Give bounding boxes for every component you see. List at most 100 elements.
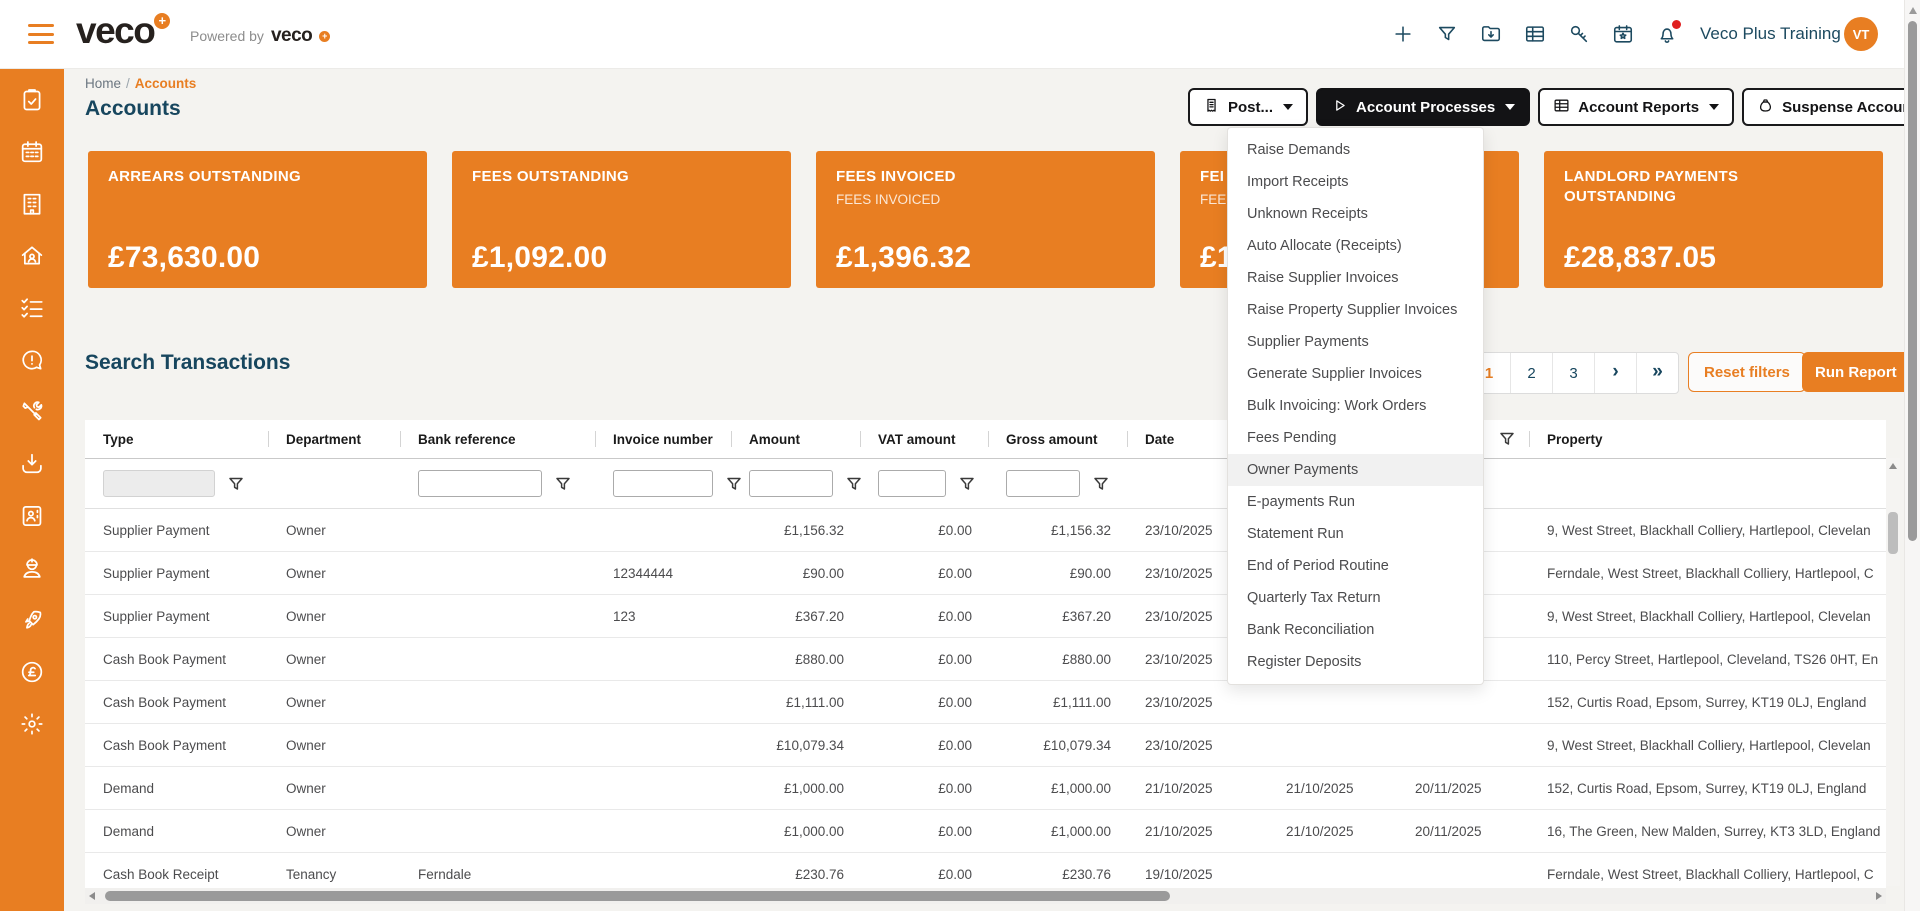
table-cell: £0.00 bbox=[938, 608, 972, 624]
table-icon[interactable] bbox=[1524, 23, 1546, 45]
breadcrumb-home-link[interactable]: Home bbox=[85, 76, 121, 91]
table-row[interactable]: Cash Book Payment Owner £10,079.34 £0.00 £10… bbox=[85, 724, 1886, 767]
menu-item-register-deposits[interactable]: Register Deposits bbox=[1228, 646, 1483, 678]
table-row[interactable]: Supplier Payment Owner £1,156.32 £0.00 £1,15… bbox=[85, 509, 1886, 552]
notification-dot bbox=[1672, 20, 1681, 29]
sidebar-item-pound[interactable] bbox=[0, 648, 64, 700]
menu-item-e-payments-run[interactable]: E-payments Run bbox=[1228, 486, 1483, 518]
menu-item-supplier-payments[interactable]: Supplier Payments bbox=[1228, 326, 1483, 358]
filter-input-vat-amount[interactable] bbox=[878, 470, 946, 497]
sidebar-item-gear[interactable] bbox=[0, 700, 64, 752]
menu-item-import-receipts[interactable]: Import Receipts bbox=[1228, 166, 1483, 198]
table-vertical-scrollbar-thumb[interactable] bbox=[1888, 512, 1898, 554]
sidebar-item-home-user[interactable] bbox=[0, 232, 64, 284]
pagination-chevron[interactable]: › bbox=[1594, 353, 1636, 393]
scroll-left-arrow-icon[interactable] bbox=[89, 892, 95, 900]
suspense-accounts-label: Suspense Accounts bbox=[1782, 98, 1920, 116]
sidebar-item-building[interactable] bbox=[0, 180, 64, 232]
filter-input-invoice-number[interactable] bbox=[613, 470, 713, 497]
column-header-property[interactable]: Property bbox=[1529, 420, 1886, 458]
window-scrollbar[interactable] bbox=[1904, 0, 1920, 911]
table-cell: 23/10/2025 bbox=[1145, 694, 1213, 710]
column-header-gross-amount[interactable]: Gross amount bbox=[988, 420, 1127, 458]
menu-item-raise-property-supplier-invoices[interactable]: Raise Property Supplier Invoices bbox=[1228, 294, 1483, 326]
column-header-vat-amount[interactable]: VAT amount bbox=[860, 420, 988, 458]
table-row[interactable]: Demand Owner £1,000.00 £0.00 £1,000.00 21/10/… bbox=[85, 810, 1886, 853]
account-reports-button[interactable]: Account Reports bbox=[1538, 88, 1735, 126]
sidebar-item-rocket[interactable] bbox=[0, 596, 64, 648]
run-report-button[interactable]: Run Report bbox=[1802, 352, 1910, 392]
menu-item-end-of-period-routine[interactable]: End of Period Routine bbox=[1228, 550, 1483, 582]
scroll-right-arrow-icon[interactable] bbox=[1876, 892, 1882, 900]
menu-item-owner-payments[interactable]: Owner Payments bbox=[1228, 454, 1483, 486]
sidebar-item-task-list[interactable] bbox=[0, 284, 64, 336]
menu-item-fees-pending[interactable]: Fees Pending bbox=[1228, 422, 1483, 454]
menu-item-quarterly-tax-return[interactable]: Quarterly Tax Return bbox=[1228, 582, 1483, 614]
menu-item-generate-supplier-invoices[interactable]: Generate Supplier Invoices bbox=[1228, 358, 1483, 390]
menu-item-raise-demands[interactable]: Raise Demands bbox=[1228, 134, 1483, 166]
filter-input-type[interactable] bbox=[103, 470, 215, 497]
key-icon[interactable] bbox=[1568, 23, 1590, 45]
filter-input-amount[interactable] bbox=[749, 470, 833, 497]
scroll-up-arrow-icon[interactable] bbox=[1889, 463, 1897, 469]
sidebar-item-tools[interactable] bbox=[0, 388, 64, 440]
column-header-bank-reference[interactable]: Bank reference bbox=[400, 420, 595, 458]
filter-funnel-icon[interactable] bbox=[959, 476, 975, 492]
column-header-department[interactable]: Department bbox=[268, 420, 400, 458]
kpi-card-title: FEES OUTSTANDING bbox=[472, 168, 630, 185]
table-filter-row bbox=[85, 459, 1886, 509]
calendar-icon[interactable] bbox=[1612, 23, 1634, 45]
menu-item-auto-allocate-receipts-[interactable]: Auto Allocate (Receipts) bbox=[1228, 230, 1483, 262]
window-scroll-up-arrow-icon[interactable] bbox=[1909, 7, 1917, 14]
table-vertical-scrollbar[interactable] bbox=[1886, 458, 1900, 886]
column-header-label: Invoice number bbox=[613, 431, 713, 447]
menu-item-unknown-receipts[interactable]: Unknown Receipts bbox=[1228, 198, 1483, 230]
menu-item-raise-supplier-invoices[interactable]: Raise Supplier Invoices bbox=[1228, 262, 1483, 294]
folder-import-icon[interactable] bbox=[1480, 23, 1502, 45]
hamburger-menu-icon[interactable] bbox=[28, 24, 54, 44]
account-processes-label: Account Processes bbox=[1356, 98, 1496, 116]
table-row[interactable]: Cash Book Payment Owner £880.00 £0.00 £880.0… bbox=[85, 638, 1886, 681]
avatar[interactable]: VT bbox=[1844, 17, 1878, 51]
top-navbar: veco + Powered by veco + Veco Plus Traini… bbox=[0, 0, 1920, 69]
filter-cell bbox=[988, 459, 1127, 508]
sidebar-item-worker[interactable] bbox=[0, 544, 64, 596]
account-name-label[interactable]: Veco Plus Training bbox=[1700, 24, 1841, 44]
column-header-invoice-number[interactable]: Invoice number bbox=[595, 420, 731, 458]
filter-cell bbox=[85, 459, 268, 508]
post-button[interactable]: Post... bbox=[1188, 88, 1309, 126]
table-row[interactable]: Demand Owner £1,000.00 £0.00 £1,000.00 21/10/… bbox=[85, 767, 1886, 810]
filter-funnel-icon[interactable] bbox=[228, 476, 244, 492]
account-processes-button[interactable]: Account Processes bbox=[1316, 88, 1531, 126]
pagination-page-3[interactable]: 3 bbox=[1552, 353, 1594, 393]
table-row[interactable]: Supplier Payment Owner 12344444 £90.00 £0.00… bbox=[85, 552, 1886, 595]
menu-item-statement-run[interactable]: Statement Run bbox=[1228, 518, 1483, 550]
menu-item-bank-reconciliation[interactable]: Bank Reconciliation bbox=[1228, 614, 1483, 646]
sidebar-item-comment-alert[interactable] bbox=[0, 336, 64, 388]
table-row[interactable]: Supplier Payment Owner 123 £367.20 £0.00 £367… bbox=[85, 595, 1886, 638]
suspense-accounts-button[interactable]: Suspense Accounts bbox=[1742, 88, 1920, 126]
plus-icon[interactable] bbox=[1392, 23, 1414, 45]
sidebar-item-calendar-grid[interactable] bbox=[0, 128, 64, 180]
menu-item-bulk-invoicing-work-orders[interactable]: Bulk Invoicing: Work Orders bbox=[1228, 390, 1483, 422]
pagination-chevron[interactable]: » bbox=[1636, 353, 1678, 393]
pagination-page-2[interactable]: 2 bbox=[1510, 353, 1552, 393]
sidebar-item-id-card[interactable] bbox=[0, 492, 64, 544]
window-scrollbar-thumb[interactable] bbox=[1908, 21, 1917, 541]
sidebar-item-download-tray[interactable] bbox=[0, 440, 64, 492]
horizontal-scrollbar-thumb[interactable] bbox=[105, 891, 1170, 901]
veco-logo[interactable]: veco + bbox=[76, 10, 171, 52]
filter-icon[interactable] bbox=[1436, 23, 1458, 45]
filter-funnel-icon[interactable] bbox=[1499, 431, 1515, 447]
reset-filters-button[interactable]: Reset filters bbox=[1688, 352, 1806, 392]
bell-icon[interactable] bbox=[1656, 20, 1681, 45]
filter-input-bank-reference[interactable] bbox=[418, 470, 542, 497]
filter-funnel-icon[interactable] bbox=[555, 476, 571, 492]
column-header-type[interactable]: Type bbox=[85, 420, 268, 458]
filter-funnel-icon[interactable] bbox=[1093, 476, 1109, 492]
filter-input-gross-amount[interactable] bbox=[1006, 470, 1080, 497]
column-header-amount[interactable]: Amount bbox=[731, 420, 860, 458]
table-row[interactable]: Cash Book Payment Owner £1,111.00 £0.00 £1,1… bbox=[85, 681, 1886, 724]
table-horizontal-scrollbar[interactable] bbox=[85, 888, 1886, 904]
sidebar-item-clipboard-check[interactable] bbox=[0, 76, 64, 128]
